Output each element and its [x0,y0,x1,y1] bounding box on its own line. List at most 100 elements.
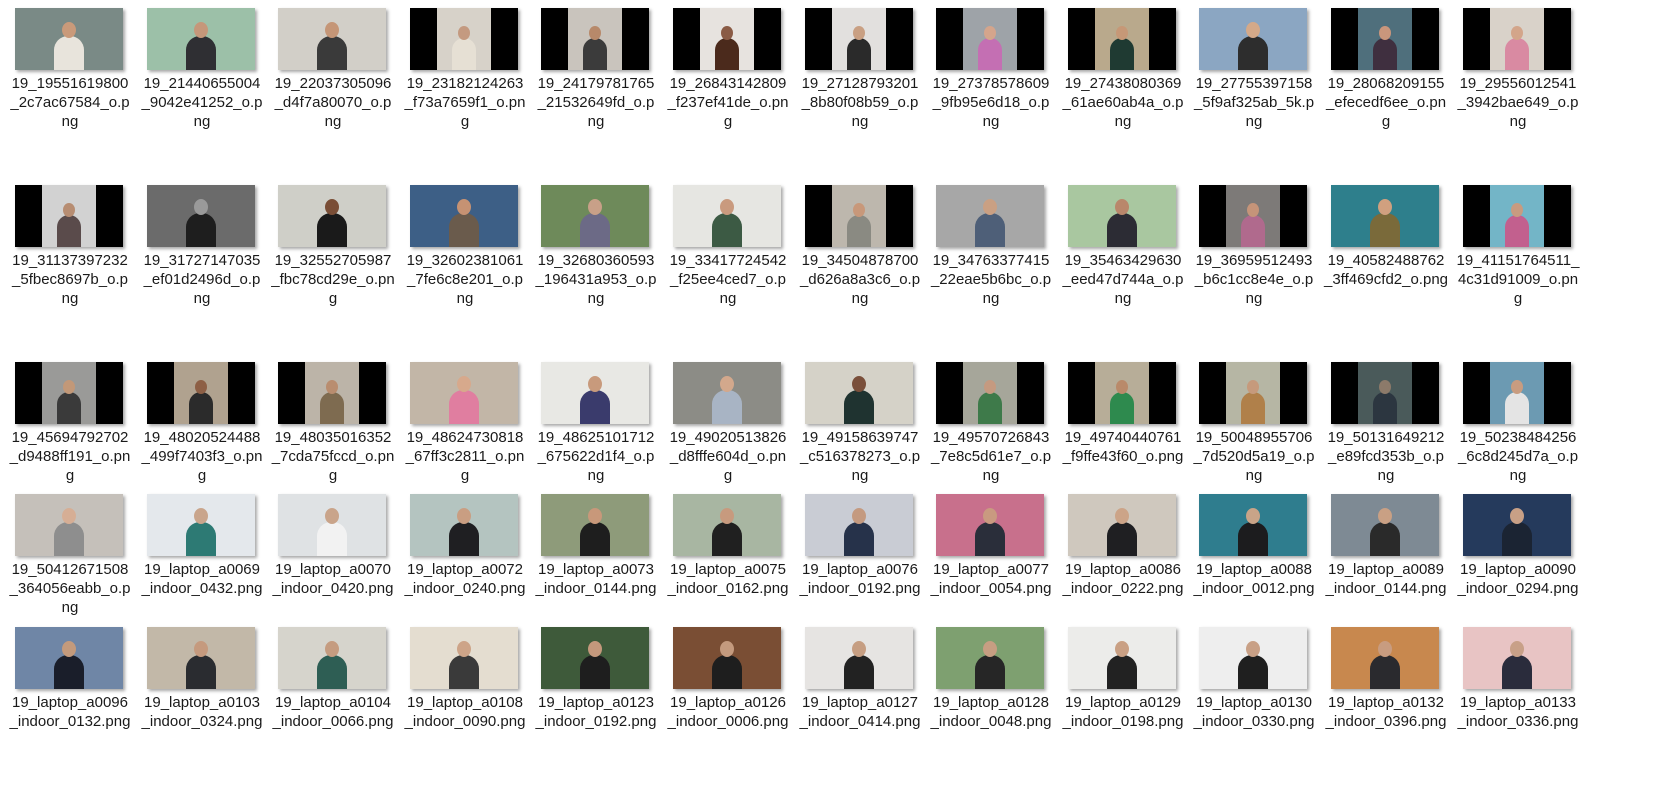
file-thumbnail [805,362,913,424]
thumbnail-photo [1095,8,1149,70]
person-silhouette-head [720,199,734,215]
file-thumbnail [278,362,386,424]
file-name-label: 19_laptop_a0108_indoor_0090.png [404,694,526,730]
person-silhouette-body [449,655,479,689]
person-silhouette-body [1505,215,1529,247]
file-name-label: 19_50412671508_364056eabb_o.png [9,561,131,616]
person-silhouette-head [1246,22,1260,38]
file-thumbnail [15,185,123,247]
thumbnail-photo [963,8,1017,70]
file-thumbnail [147,494,255,556]
person-silhouette-body [844,390,874,424]
file-name-label: 19_49020513826_d8fffe604d_o.png [669,429,787,484]
file-thumbnail [805,185,913,247]
file-thumbnail [1199,494,1307,556]
file-name-label: 19_31137397232_5fbec8697b_o.png [12,252,128,307]
file-thumbnail [541,8,649,70]
file-thumbnail [15,8,123,70]
file-thumbnail [410,8,518,70]
file-name-label: 19_31727147035_ef01d2496d_o.png [143,252,261,307]
file-name-label: 19_49158639747_c516378273_o.png [799,429,921,484]
thumbnail-photo [1199,8,1307,70]
person-silhouette-head [588,199,602,215]
thumbnail-photo [1331,494,1439,556]
thumbnail-photo [1068,627,1176,689]
file-name-label: 19_24179781765_21532649fd_o.png [537,75,655,130]
person-silhouette-head [62,22,76,38]
file-name-label: 19_32552705987_fbc78cd29e_o.png [271,252,395,307]
file-thumbnail [1068,627,1176,689]
thumbnail-photo [805,494,913,556]
thumbnail-photo [1068,185,1176,247]
thumbnail-photo [278,494,386,556]
person-silhouette-body [1110,392,1134,424]
file-name-label: 19_laptop_a0090_indoor_0294.png [1457,561,1579,597]
file-thumbnail [147,185,255,247]
file-thumbnail [1199,627,1307,689]
person-silhouette-head [1378,199,1392,215]
thumbnail-photo [437,8,491,70]
person-silhouette-body [449,213,479,247]
file-thumbnail [1199,185,1307,247]
file-thumbnail [1331,8,1439,70]
file-name-label: 19_29556012541_3942bae649_o.png [1457,75,1579,130]
file-name-label: 19_50048955706_7d520d5a19_o.png [1193,429,1315,484]
person-silhouette-head [852,508,866,524]
person-silhouette-head [983,641,997,657]
file-name-label: 19_22037305096_d4f7a80070_o.png [274,75,392,130]
person-silhouette-body [320,392,344,424]
person-silhouette-head [1115,508,1129,524]
file-thumbnail [541,494,649,556]
file-name-label: 19_40582488762_3ff469cfd2_o.png [1324,252,1449,288]
thumbnail-photo [305,362,359,424]
person-silhouette-head [457,508,471,524]
person-silhouette-head [588,376,602,392]
file-name-label: 19_laptop_a0132_indoor_0396.png [1325,694,1447,730]
person-silhouette-body [1107,213,1137,247]
file-thumbnail [936,362,1044,424]
thumbnail-photo [1490,185,1544,247]
person-silhouette-body [1107,522,1137,556]
file-thumbnail [805,8,913,70]
file-name-label: 19_21440655004_9042e41252_o.png [141,75,263,130]
person-silhouette-head [458,26,470,40]
person-silhouette-body [452,38,476,70]
person-silhouette-head [720,508,734,524]
person-silhouette-body [186,655,216,689]
person-silhouette-head [1510,508,1524,524]
file-name-label: 19_48020524488_499f7403f3_o.png [141,429,263,484]
file-thumbnail [1068,494,1176,556]
file-thumbnail [936,627,1044,689]
person-silhouette-head [194,199,208,215]
thumbnail-photo [1463,494,1571,556]
person-silhouette-body [1238,36,1268,70]
person-silhouette-head [1246,508,1260,524]
person-silhouette-body [57,392,81,424]
file-thumbnail [1068,185,1176,247]
file-thumbnail [1199,8,1307,70]
file-name-label: 19_32680360593_196431a953_o.png [535,252,657,307]
file-name-label: 19_laptop_a0096_indoor_0132.png [9,694,131,730]
person-silhouette-head [63,380,75,394]
person-silhouette-head [325,199,339,215]
file-name-label: 19_50131649212_e89fcd353b_o.png [1327,429,1445,484]
person-silhouette-body [583,38,607,70]
person-silhouette-body [317,213,347,247]
file-name-label: 19_laptop_a0128_indoor_0048.png [930,694,1052,730]
person-silhouette-head [1115,641,1129,657]
person-silhouette-head [588,641,602,657]
person-silhouette-head [720,641,734,657]
person-silhouette-head [1115,199,1129,215]
file-thumbnail [673,185,781,247]
thumbnail-photo [805,362,913,424]
person-silhouette-body [712,390,742,424]
person-silhouette-body [54,522,84,556]
file-name-label: 19_35463429630_eed47d744a_o.png [1062,252,1184,307]
person-silhouette-body [1505,392,1529,424]
thumbnail-photo [936,185,1044,247]
file-thumbnail [1068,362,1176,424]
file-name-label: 19_laptop_a0103_indoor_0324.png [141,694,263,730]
person-silhouette-head [983,199,997,215]
person-silhouette-body [978,38,1002,70]
file-name-label: 19_laptop_a0075_indoor_0162.png [667,561,789,597]
